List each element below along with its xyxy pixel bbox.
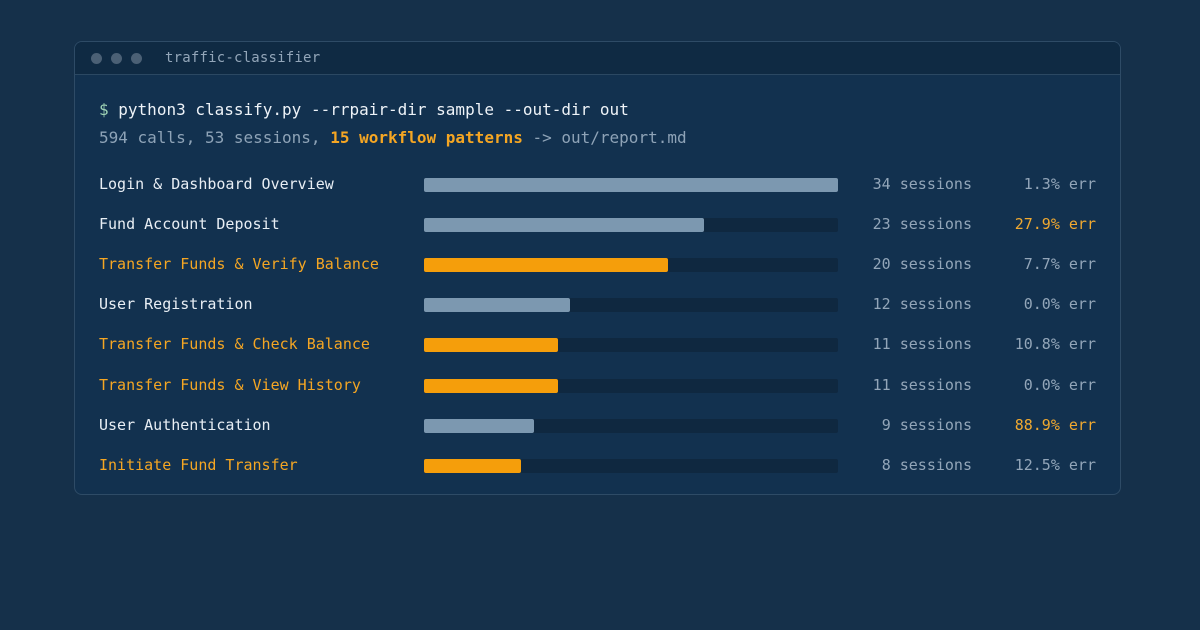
workflow-name: User Authentication (99, 415, 271, 434)
workflow-name: Login & Dashboard Overview (99, 175, 334, 193)
maximize-dot-icon[interactable] (131, 53, 142, 64)
prompt-symbol: $ (99, 100, 109, 119)
workflow-row: Initiate Fund Transfer 8 sessions 12.5% er… (75, 455, 1120, 494)
session-bar-fill (424, 258, 668, 273)
workflow-name: Transfer Funds & View History (99, 375, 361, 394)
session-count: 9 sessions (881, 415, 972, 434)
workflow-row: User Registration 12 sessions 0.0% err (75, 295, 1120, 335)
session-bar-track (424, 218, 838, 233)
error-rate: 1.3% err (1023, 175, 1096, 193)
minimize-dot-icon[interactable] (111, 53, 122, 64)
terminal-window: traffic-classifier $ python3 classify.py… (74, 41, 1121, 495)
workflow-row: Fund Account Deposit 23 sessions 27.9% err (75, 215, 1120, 255)
session-bar-fill (424, 378, 558, 393)
session-bar-track (424, 458, 838, 473)
workflow-name: Fund Account Deposit (99, 215, 280, 234)
session-count: 8 sessions (881, 455, 972, 474)
session-count: 34 sessions (872, 175, 972, 193)
session-count: 23 sessions (872, 215, 972, 234)
session-count: 11 sessions (872, 335, 972, 354)
workflow-row: Login & Dashboard Overview 34 sessions 1.3… (75, 175, 1120, 215)
command-text: python3 classify.py --rrpair-dir sample … (118, 100, 629, 119)
summary-highlight: 15 workflow patterns (330, 128, 523, 147)
close-dot-icon[interactable] (91, 53, 102, 64)
workflow-name: Initiate Fund Transfer (99, 455, 298, 474)
session-bar-track (424, 378, 838, 393)
session-bar-track (424, 338, 838, 353)
error-rate: 10.8% err (1014, 335, 1096, 354)
error-rate: 12.5% err (1014, 455, 1096, 474)
error-rate: 27.9% err (1014, 215, 1096, 234)
workflow-row: Transfer Funds & Verify Balance 20 sessio… (75, 255, 1120, 295)
command-line: $ python3 classify.py --rrpair-dir sampl… (99, 100, 629, 119)
session-bar-track (424, 258, 838, 273)
summary-suffix: -> out/report.md (522, 128, 687, 147)
workflow-row: Transfer Funds & Check Balance 11 session… (75, 335, 1120, 375)
session-bar-track (424, 418, 838, 433)
summary-line: 594 calls, 53 sessions, 15 workflow patt… (99, 128, 687, 147)
workflow-name: User Registration (99, 295, 253, 314)
session-bar-track (424, 298, 838, 313)
error-rate: 7.7% err (1023, 255, 1096, 274)
workflow-row: Transfer Funds & View History 11 sessions… (75, 375, 1120, 416)
session-count: 12 sessions (872, 295, 972, 314)
workflow-row: User Authentication 9 sessions 88.9% err (75, 415, 1120, 456)
workflow-name: Transfer Funds & Verify Balance (99, 255, 379, 274)
session-count: 11 sessions (872, 375, 972, 394)
window-title: traffic-classifier (165, 50, 321, 66)
session-bar-fill (424, 338, 558, 353)
session-bar-fill (424, 218, 704, 233)
workflow-name: Transfer Funds & Check Balance (99, 335, 370, 354)
session-bar-fill (424, 458, 521, 473)
session-bar-track (424, 178, 838, 192)
summary-prefix: 594 calls, 53 sessions, (99, 128, 331, 147)
title-bar: traffic-classifier (75, 42, 1120, 75)
error-rate: 0.0% err (1023, 295, 1096, 314)
error-rate: 0.0% err (1023, 375, 1096, 394)
error-rate: 88.9% err (1014, 415, 1096, 434)
session-bar-fill (424, 298, 570, 313)
session-bar-fill (424, 418, 534, 433)
session-bar-fill (424, 178, 838, 192)
session-count: 20 sessions (872, 255, 972, 274)
